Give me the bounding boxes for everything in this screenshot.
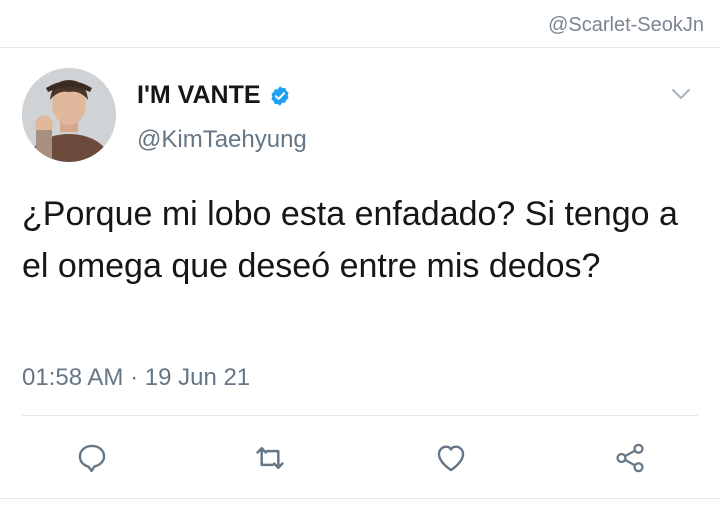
reply-icon (78, 444, 106, 473)
heart-icon (437, 445, 465, 472)
like-button[interactable] (429, 436, 473, 480)
avatar[interactable] (22, 68, 116, 162)
timestamp[interactable]: 01:58 AM · 19 Jun 21 (22, 364, 250, 392)
retweet-icon (256, 447, 284, 469)
reply-button[interactable] (70, 436, 114, 480)
divider (22, 415, 698, 416)
display-name-text: I'M VANTE (137, 81, 261, 109)
tweet-text: ¿Porque mi lobo esta enfadado? Si tengo … (22, 195, 678, 285)
share-icon (616, 443, 644, 473)
display-name[interactable]: I'M VANTE (137, 81, 291, 110)
verified-badge-icon (269, 85, 291, 107)
handle[interactable]: @KimTaehyung (137, 126, 307, 154)
share-button[interactable] (608, 436, 652, 480)
action-bar (0, 436, 720, 480)
divider (0, 498, 720, 499)
watermark: @Scarlet-SeokJn (548, 14, 704, 36)
chevron-down-icon[interactable] (670, 86, 692, 102)
retweet-button[interactable] (248, 436, 292, 480)
avatar-photo (22, 68, 116, 162)
divider (0, 47, 720, 48)
